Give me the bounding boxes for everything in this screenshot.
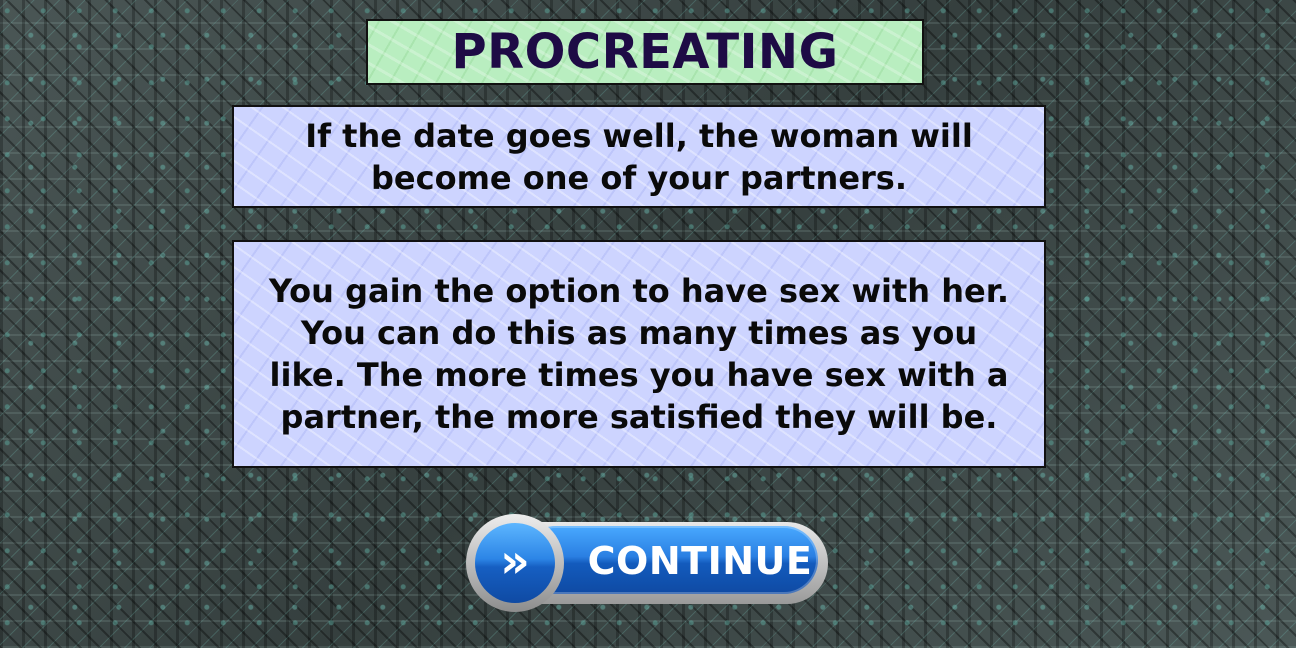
screen-title: PROCREATING (451, 24, 839, 80)
title-panel: PROCREATING (366, 19, 924, 85)
continue-button-circle-frame: » (466, 514, 564, 612)
info-text-date-result: If the date goes well, the woman will be… (305, 116, 973, 197)
info-panel-sex-option: You gain the option to have sex with her… (232, 240, 1046, 468)
double-chevron-right-icon: » (500, 534, 530, 588)
continue-button[interactable]: CONTINUE » (466, 514, 830, 612)
info-text-sex-option: You gain the option to have sex with her… (268, 272, 1010, 436)
continue-button-label: CONTINUE (587, 539, 813, 583)
info-panel-date-result: If the date goes well, the woman will be… (232, 105, 1046, 208)
game-screen: { "screen": { "title": "PROCREATING", "i… (0, 0, 1296, 648)
continue-button-circle: » (475, 523, 555, 603)
